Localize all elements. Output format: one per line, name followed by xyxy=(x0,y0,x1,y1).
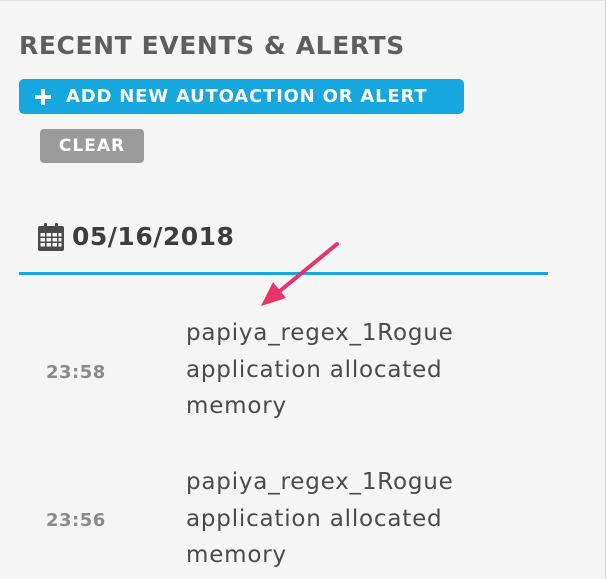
add-autoaction-alert-button[interactable]: ADD NEW AUTOACTION OR ALERT xyxy=(19,79,464,114)
calendar-icon xyxy=(38,222,64,251)
add-button-label: ADD NEW AUTOACTION OR ALERT xyxy=(66,86,428,107)
panel-title: RECENT EVENTS & ALERTS xyxy=(19,31,405,60)
event-message-line: application allocated xyxy=(186,505,443,532)
clear-button[interactable]: CLEAR xyxy=(40,129,144,163)
event-message: papiya_regex_1Rogue application allocate… xyxy=(186,464,506,574)
event-message-line: papiya_regex_1Rogue xyxy=(186,320,454,346)
event-message: papiya_regex_1Rogue application allocate… xyxy=(186,315,506,425)
date-label: 05/16/2018 xyxy=(72,222,235,251)
date-group-header: 05/16/2018 xyxy=(38,222,234,251)
event-message-line: memory xyxy=(186,393,287,419)
plus-icon xyxy=(35,88,51,105)
events-alerts-panel: RECENT EVENTS & ALERTS ADD NEW AUTOACTIO… xyxy=(0,0,606,579)
event-message-line: application allocated xyxy=(186,356,443,383)
date-divider xyxy=(19,272,548,275)
event-time: 23:56 xyxy=(46,510,106,531)
event-message-line: papiya_regex_1Rogue xyxy=(186,469,454,495)
event-message-line: memory xyxy=(186,542,287,568)
event-time: 23:58 xyxy=(46,362,106,383)
